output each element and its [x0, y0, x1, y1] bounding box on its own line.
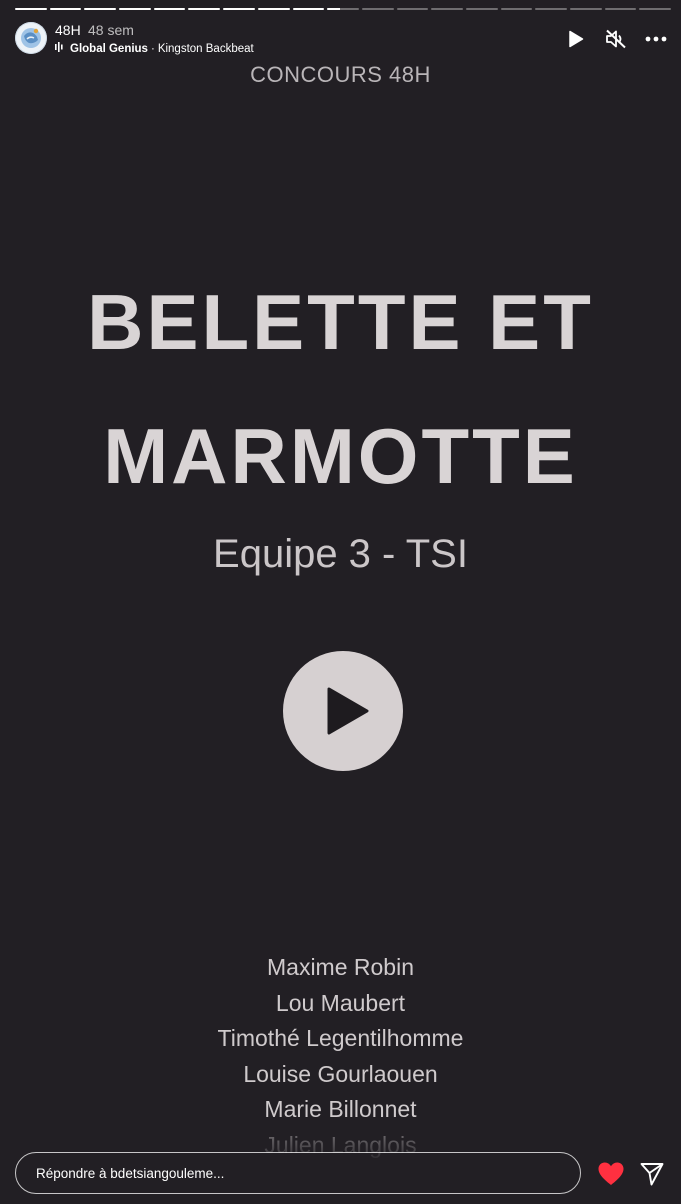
story-progress-bar: [15, 8, 672, 11]
progress-segment-fill: [84, 8, 117, 10]
team-member-name: Lou Maubert: [275, 989, 406, 1016]
progress-segment: [500, 8, 533, 10]
progress-segment: [431, 8, 463, 10]
progress-segment: [223, 8, 255, 10]
progress-segment: [639, 8, 672, 10]
team-member-name: Timothé Legentilhomme: [217, 1025, 464, 1051]
music-separator: ·: [150, 42, 155, 55]
story-header: 48H 48 sem Global Genius · Kingston Back…: [15, 20, 667, 60]
video-play-button[interactable]: [283, 651, 403, 771]
play-icon[interactable]: [565, 28, 587, 50]
reply-input[interactable]: Répondre à bdetsiangouleme...: [15, 1152, 581, 1194]
like-heart-icon[interactable]: [597, 1161, 625, 1187]
team-member-name: Louise Gourlaouen: [243, 1060, 438, 1087]
music-attribution[interactable]: Global Genius · Kingston Backbeat: [55, 42, 254, 55]
song-title: Global Genius: [70, 42, 148, 55]
team-label: Equipe 3 - TSI: [213, 532, 468, 576]
reply-placeholder: Répondre à bdetsiangouleme...: [36, 1165, 225, 1181]
progress-segment: [292, 8, 325, 10]
film-title-line-1: BELETTE ET: [87, 278, 594, 366]
audio-bars-icon: [55, 42, 65, 55]
progress-segment: [257, 8, 290, 10]
contest-label: CONCOURS 48H: [250, 62, 431, 87]
progress-segment-fill: [188, 8, 221, 10]
progress-segment: [570, 8, 602, 10]
play-icon: [327, 687, 369, 735]
progress-segment: [465, 8, 498, 10]
story-controls: [565, 28, 667, 50]
progress-segment-fill: [257, 8, 290, 10]
progress-segment: [15, 8, 47, 10]
team-member-name: Maxime Robin: [267, 954, 414, 980]
send-direct-icon[interactable]: [639, 1161, 665, 1187]
progress-segment: [188, 8, 221, 10]
progress-segment: [361, 8, 394, 10]
progress-segment-fill: [49, 8, 82, 10]
account-avatar[interactable]: [15, 22, 47, 54]
progress-segment: [396, 8, 429, 10]
muted-speaker-icon[interactable]: [605, 28, 627, 50]
more-icon[interactable]: [645, 28, 667, 50]
post-time: 48 sem: [88, 22, 134, 38]
progress-segment-fill: [15, 8, 47, 10]
progress-segment: [84, 8, 117, 10]
progress-segment: [49, 8, 82, 10]
progress-segment: [604, 8, 637, 10]
story-viewer[interactable]: 48H 48 sem Global Genius · Kingston Back…: [0, 0, 681, 1204]
progress-segment-fill: [153, 8, 186, 10]
account-name[interactable]: 48H: [55, 22, 81, 38]
film-title-line-2: MARMOTTE: [103, 412, 578, 500]
progress-segment-fill: [292, 8, 325, 10]
progress-segment-fill: [223, 8, 255, 10]
progress-segment: [327, 8, 359, 10]
progress-segment: [153, 8, 186, 10]
progress-segment: [119, 8, 151, 10]
progress-segment-fill: [119, 8, 151, 10]
progress-segment-fill: [327, 8, 340, 10]
song-artist: Kingston Backbeat: [157, 42, 254, 55]
progress-segment: [535, 8, 567, 10]
